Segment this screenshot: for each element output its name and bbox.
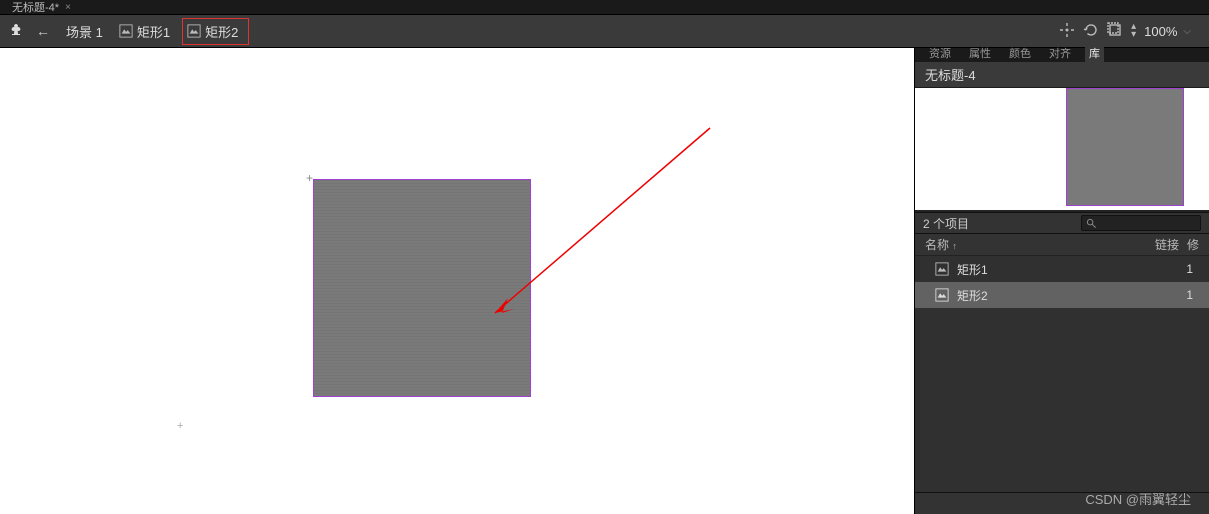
tab-properties[interactable]: 属性 xyxy=(965,44,995,62)
search-icon xyxy=(1086,218,1097,229)
tab-resources[interactable]: 资源 xyxy=(925,44,955,62)
library-item-selected[interactable]: 矩形2 1 xyxy=(915,282,1209,308)
preview-shape xyxy=(1066,88,1184,206)
chevron-down-icon: ⌵ xyxy=(1183,26,1191,37)
tab-align[interactable]: 对齐 xyxy=(1045,44,1075,62)
library-item[interactable]: 矩形1 1 xyxy=(915,256,1209,282)
stage[interactable]: + + xyxy=(0,48,914,514)
center-stage-icon[interactable] xyxy=(1059,22,1075,41)
close-icon[interactable]: × xyxy=(65,2,71,13)
zoom-level[interactable]: 100% ⌵ xyxy=(1144,24,1191,39)
registration-point-icon: + xyxy=(306,171,313,185)
panel-tabs: 资源 属性 颜色 对齐 库 xyxy=(915,48,1209,62)
library-columns[interactable]: 名称 ↑ 链接 修 xyxy=(915,234,1209,256)
breadcrumb-shape2-highlighted[interactable]: 矩形2 xyxy=(182,18,249,45)
symbol-icon xyxy=(119,24,133,38)
library-toolbar: 2 个项目 xyxy=(915,212,1209,234)
stepper-icon[interactable]: ▴▾ xyxy=(1131,23,1136,39)
breadcrumb: 场景 1 矩形1 矩形2 xyxy=(62,18,249,45)
watermark: CSDN @雨翼轻尘 xyxy=(1085,489,1191,508)
rectangle-shape[interactable] xyxy=(313,179,531,397)
symbol-icon xyxy=(935,262,949,276)
edit-toolbar: ← 场景 1 矩形1 矩形2 xyxy=(0,14,1209,48)
column-name[interactable]: 名称 ↑ xyxy=(925,236,1129,253)
symbol-icon xyxy=(187,24,201,38)
library-doc-header[interactable]: 无标题-4 xyxy=(915,62,1209,88)
sort-arrow-icon: ↑ xyxy=(952,241,957,251)
library-preview xyxy=(915,88,1209,212)
right-panels: 资源 属性 颜色 对齐 库 无标题-4 2 个项目 名称 xyxy=(914,48,1209,514)
tab-color[interactable]: 颜色 xyxy=(1005,44,1035,62)
document-tab[interactable]: 无标题-4* × xyxy=(6,0,77,15)
library-search-input[interactable] xyxy=(1081,215,1201,231)
rotate-icon[interactable] xyxy=(1083,22,1099,41)
clip-icon[interactable] xyxy=(1107,22,1123,41)
tab-library[interactable]: 库 xyxy=(1085,44,1104,62)
crosshair-icon: + xyxy=(177,420,183,432)
breadcrumb-scene[interactable]: 场景 1 xyxy=(62,20,107,43)
document-tabs: 无标题-4* × xyxy=(0,0,1209,14)
breadcrumb-shape1[interactable]: 矩形1 xyxy=(115,20,174,43)
app-icon xyxy=(8,22,24,41)
library-item-count: 2 个项目 xyxy=(923,215,1073,232)
back-arrow-icon[interactable]: ← xyxy=(34,23,52,39)
document-title: 无标题-4* xyxy=(12,0,59,15)
column-link[interactable]: 链接 xyxy=(1129,236,1179,253)
library-list: 矩形1 1 矩形2 1 xyxy=(915,256,1209,492)
symbol-icon xyxy=(935,288,949,302)
column-other[interactable]: 修 xyxy=(1179,236,1199,253)
